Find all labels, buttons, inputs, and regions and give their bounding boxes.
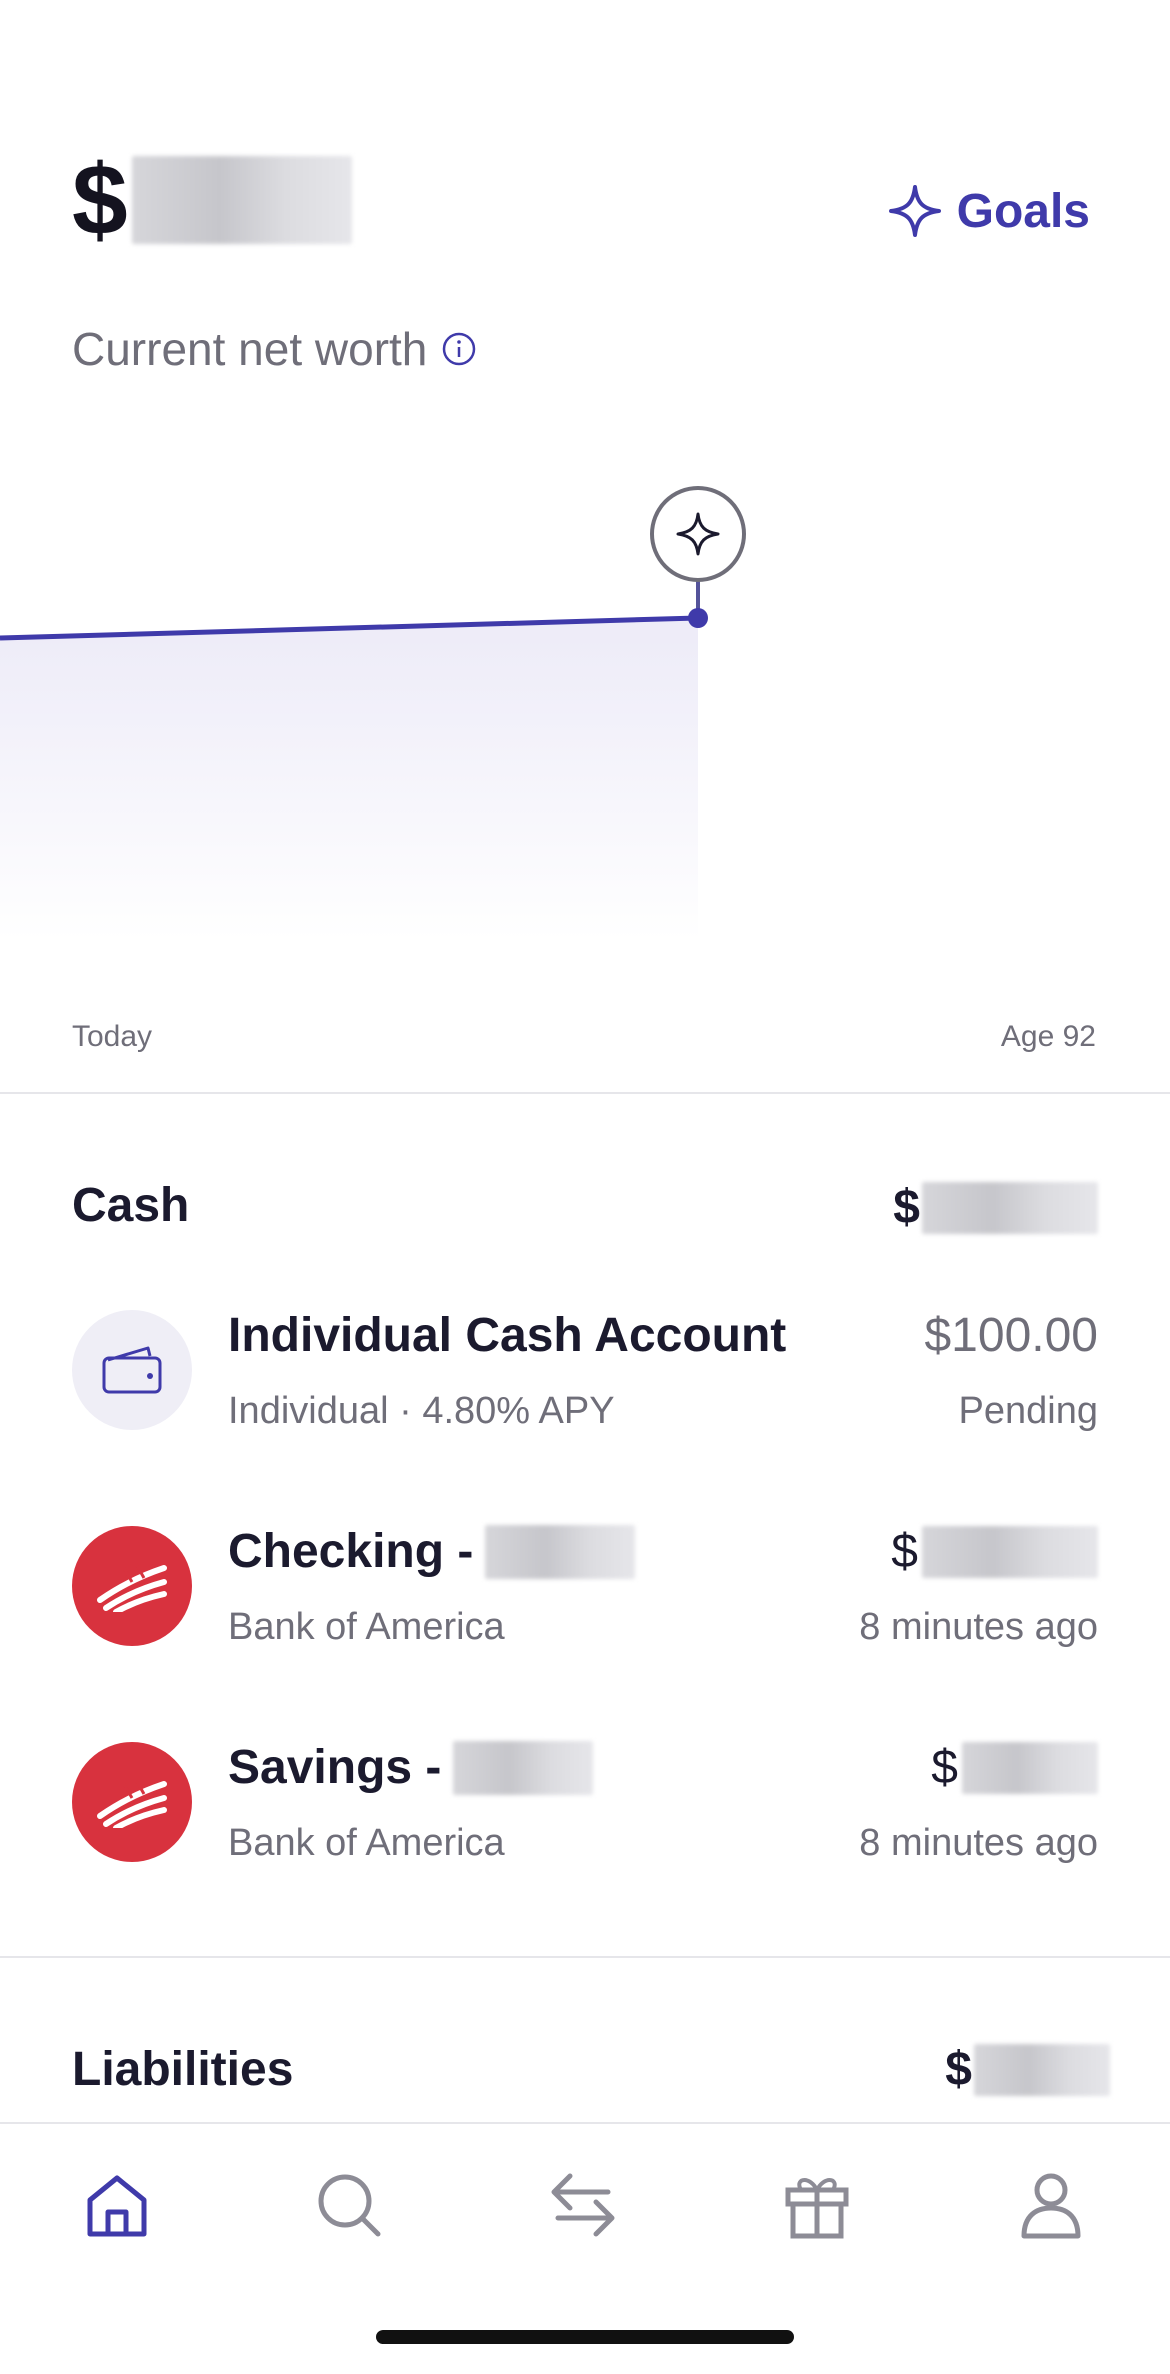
account-number-redacted: [485, 1524, 636, 1579]
account-name: Checking -: [228, 1524, 636, 1579]
account-row-savings[interactable]: Savings - Bank of America $ 8 minutes ag…: [72, 1732, 1098, 1872]
liabilities-total: $: [945, 2042, 1110, 2097]
gift-icon: [785, 2178, 849, 2239]
account-status: 8 minutes ago: [859, 1606, 1098, 1648]
net-worth-chart: [0, 486, 746, 940]
account-amount-redacted: [962, 1741, 1098, 1794]
divider: [0, 1092, 1170, 1094]
cash-total: $: [893, 1180, 1098, 1235]
goals-label: Goals: [956, 184, 1090, 238]
chart-x-label-end: Age 92: [1000, 1020, 1096, 1053]
liabilities-total-redacted: [974, 2043, 1110, 2096]
goal-marker-icon[interactable]: [650, 486, 746, 582]
cash-total-redacted: [922, 1181, 1098, 1234]
account-amount: $100.00: [924, 1309, 1098, 1362]
tab-profile[interactable]: [1006, 2160, 1096, 2250]
account-row-individual-cash[interactable]: Individual Cash Account Individual · 4.8…: [72, 1300, 1098, 1440]
info-icon[interactable]: [441, 331, 477, 367]
account-name: Individual Cash Account: [228, 1309, 787, 1362]
tab-search[interactable]: [304, 2160, 394, 2250]
account-number-redacted: [453, 1740, 594, 1795]
projection-area: [0, 618, 698, 940]
cash-section-title: Cash: [72, 1179, 190, 1232]
net-worth-currency: $: [72, 144, 128, 256]
goals-button[interactable]: Goals: [887, 183, 1090, 239]
cash-total-currency: $: [893, 1181, 920, 1234]
home-indicator: [376, 2330, 794, 2344]
net-worth-subtitle: Current net worth: [72, 322, 477, 376]
home-icon: [87, 2175, 147, 2237]
net-worth-label: Current net worth: [72, 323, 428, 375]
goal-marker-point: [688, 608, 708, 628]
header: $ Goals Current net worth: [0, 0, 1170, 400]
sparkle-icon: [888, 185, 941, 237]
account-subtitle: Bank of America: [228, 1822, 505, 1864]
tab-transfer[interactable]: [538, 2160, 628, 2250]
chart-x-label-start: Today: [72, 1020, 153, 1053]
account-name: Savings -: [228, 1740, 594, 1795]
account-subtitle: Individual · 4.80% APY: [228, 1390, 615, 1432]
tab-rewards[interactable]: [772, 2160, 862, 2250]
profile-icon: [1021, 2173, 1081, 2239]
account-amount: $: [891, 1524, 1098, 1579]
net-worth-value: $: [72, 150, 352, 250]
bank-of-america-logo: [72, 1526, 192, 1646]
search-icon: [318, 2174, 381, 2237]
account-subtitle: Bank of America: [228, 1606, 505, 1648]
bank-of-america-logo: [72, 1742, 192, 1862]
tab-home[interactable]: [72, 2160, 162, 2250]
transfer-icon: [551, 2173, 615, 2237]
account-status: Pending: [958, 1390, 1098, 1432]
account-amount: $: [931, 1740, 1098, 1795]
liabilities-section-title[interactable]: Liabilities: [72, 2042, 293, 2097]
account-status: 8 minutes ago: [859, 1822, 1098, 1864]
net-worth-redacted: [131, 156, 352, 244]
account-amount-redacted: [922, 1525, 1098, 1578]
divider: [0, 1956, 1170, 1958]
account-row-checking[interactable]: Checking - Bank of America $ 8 minutes a…: [72, 1516, 1098, 1656]
wallet-icon: [72, 1310, 192, 1430]
liabilities-total-currency: $: [945, 2043, 972, 2096]
